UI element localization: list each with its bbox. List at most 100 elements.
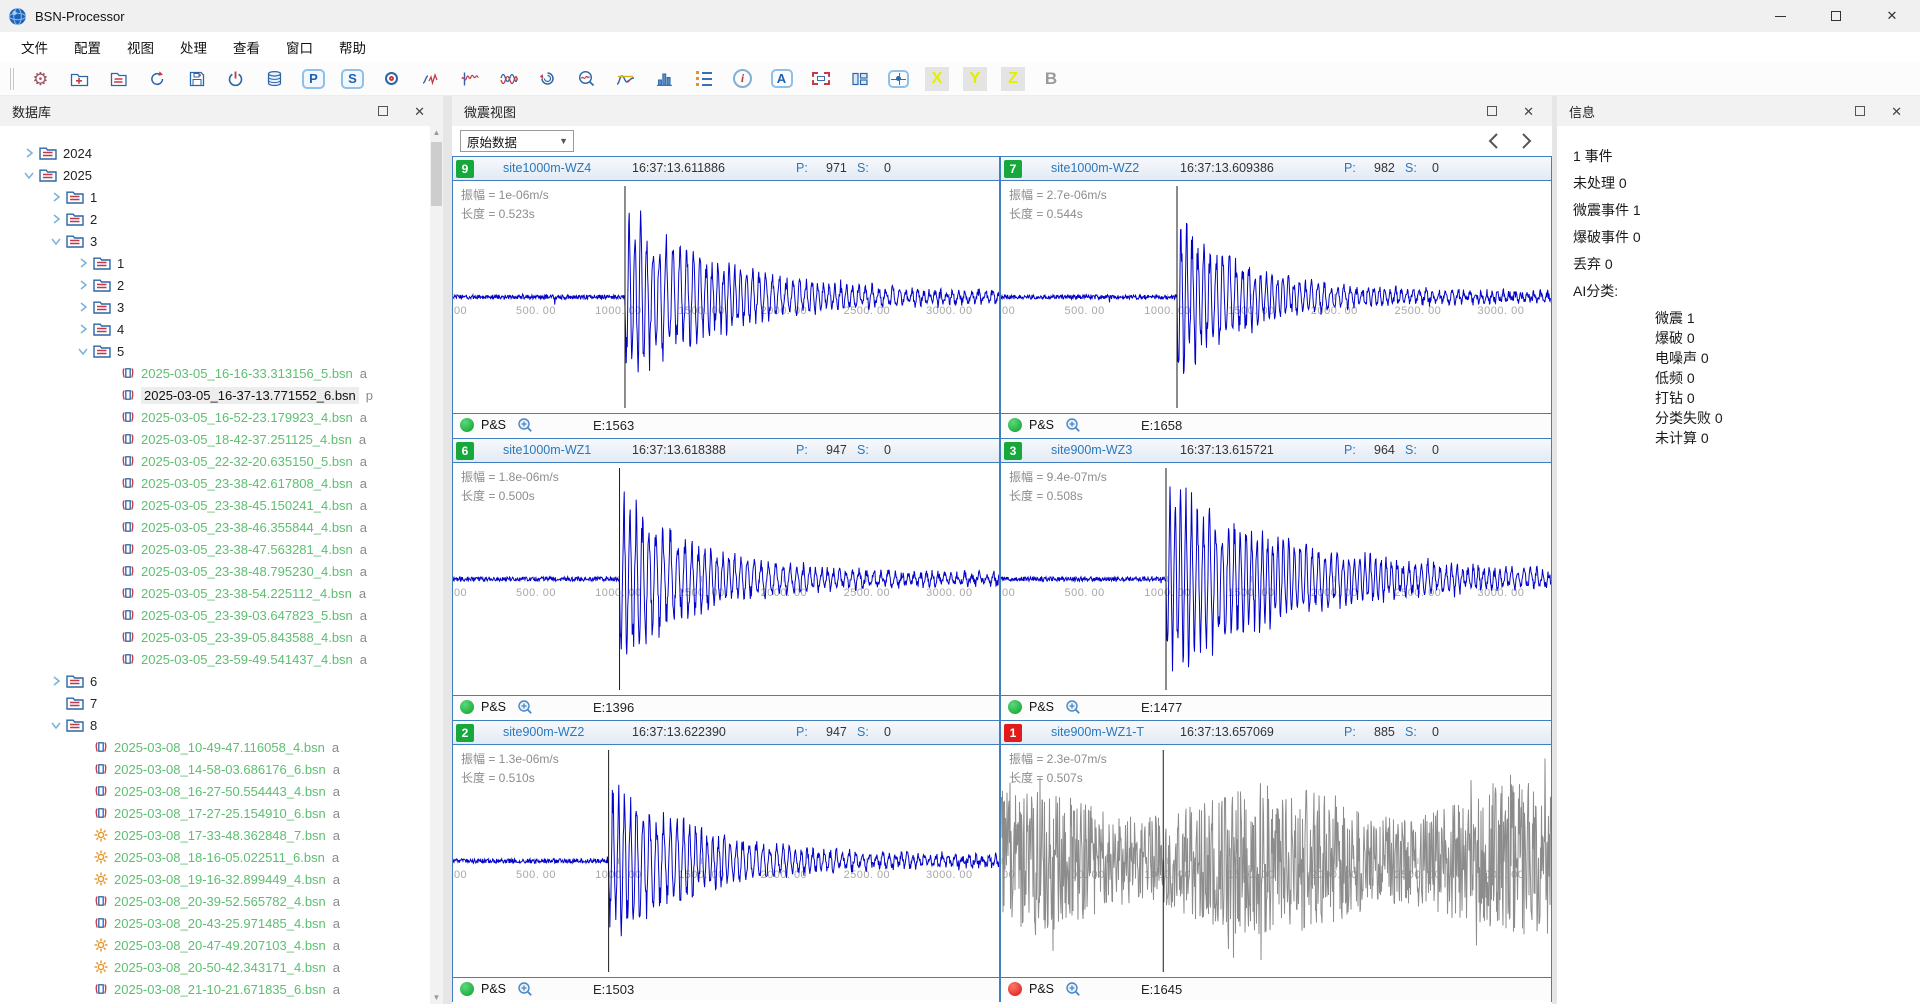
next-event-button[interactable] [1518, 132, 1534, 150]
waveform-plot[interactable]: 00500. 001000. 001500. 002000. 002500. 0… [1001, 745, 1551, 977]
zoom-icon[interactable] [517, 699, 534, 720]
s-phase-button[interactable]: S [340, 66, 365, 91]
waveform-plot[interactable]: 00500. 001000. 001500. 002000. 002500. 0… [453, 181, 999, 413]
ps-toggle-label[interactable]: P&S [1029, 418, 1054, 432]
crosshair-button[interactable] [886, 66, 911, 91]
tree-folder-8[interactable]: 8 [0, 714, 430, 736]
tree-file-item[interactable]: 2025-03-05_16-52-23.179923_4.bsna [0, 406, 430, 428]
power-button[interactable] [223, 66, 248, 91]
tree-folder-3[interactable]: 3 [0, 230, 430, 252]
tree-file-item[interactable]: 2025-03-08_19-16-32.899449_4.bsna [0, 868, 430, 890]
chevron-collapsed-icon[interactable] [49, 191, 62, 204]
menu-item-7[interactable]: 帮助 [326, 32, 379, 62]
axis-toggle-b[interactable]: B [1039, 67, 1063, 91]
select-region-button[interactable] [808, 66, 833, 91]
chevron-collapsed-icon[interactable] [49, 675, 62, 688]
close-button[interactable]: ✕ [1864, 0, 1920, 32]
add-data-button[interactable] [67, 66, 92, 91]
waveform-plot[interactable]: 00500. 001000. 001500. 002000. 002500. 0… [453, 463, 999, 695]
microseismic-panel-float-button[interactable] [1487, 106, 1497, 116]
station-name[interactable]: site900m-WZ3 [1051, 443, 1132, 457]
menu-item-4[interactable]: 处理 [167, 32, 220, 62]
tree-file-item[interactable]: 2025-03-05_23-59-49.541437_4.bsna [0, 648, 430, 670]
info-panel-float-button[interactable] [1855, 106, 1865, 116]
layout-button[interactable] [847, 66, 872, 91]
tree-file-item[interactable]: 2025-03-08_14-58-03.686176_6.bsna [0, 758, 430, 780]
tree-folder-2[interactable]: 2 [0, 208, 430, 230]
station-name[interactable]: site1000m-WZ2 [1051, 161, 1139, 175]
pick-tool-button[interactable] [418, 66, 443, 91]
settings-button[interactable]: ⚙ [28, 66, 53, 91]
event-list-button[interactable] [691, 66, 716, 91]
tree-file-item[interactable]: 2025-03-08_20-39-52.565782_4.bsna [0, 890, 430, 912]
data-source-dropdown[interactable]: 原始数据 ▼ [460, 130, 574, 152]
p-phase-button[interactable]: P [301, 66, 326, 91]
zoom-icon[interactable] [517, 417, 534, 438]
chevron-collapsed-icon[interactable] [76, 279, 89, 292]
info-button[interactable]: i [730, 66, 755, 91]
station-name[interactable]: site1000m-WZ4 [503, 161, 591, 175]
tree-folder-7[interactable]: 7 [0, 692, 430, 714]
tree-file-item[interactable]: 2025-03-08_16-27-50.554443_4.bsna [0, 780, 430, 802]
tree-file-item[interactable]: 2025-03-05_16-37-13.771552_6.bsnp [0, 384, 430, 406]
waveform-overlay-button[interactable] [496, 66, 521, 91]
replay-button[interactable] [535, 66, 560, 91]
tree-folder-3[interactable]: 3 [0, 296, 430, 318]
tree-file-item[interactable]: 2025-03-05_23-38-45.150241_4.bsna [0, 494, 430, 516]
waveform-plot[interactable]: 00500. 001000. 001500. 002000. 002500. 0… [453, 745, 999, 977]
station-name[interactable]: site900m-WZ1-T [1051, 725, 1144, 739]
tree-scrollbar[interactable]: ▲ ▼ [430, 126, 443, 1004]
tree-file-item[interactable]: 2025-03-05_16-16-33.313156_5.bsna [0, 362, 430, 384]
station-name[interactable]: site900m-WZ2 [503, 725, 584, 739]
tree-file-item[interactable]: 2025-03-08_10-49-47.116058_4.bsna [0, 736, 430, 758]
chevron-collapsed-icon[interactable] [49, 213, 62, 226]
tree-file-item[interactable]: 2025-03-08_20-47-49.207103_4.bsna [0, 934, 430, 956]
refresh-button[interactable] [145, 66, 170, 91]
tree-file-item[interactable]: 2025-03-05_22-32-20.635150_5.bsna [0, 450, 430, 472]
tree-file-item[interactable]: 2025-03-08_17-33-48.362848_7.bsna [0, 824, 430, 846]
open-data-button[interactable] [106, 66, 131, 91]
maximize-button[interactable] [1808, 0, 1864, 32]
tree-file-item[interactable]: 2025-03-05_18-42-37.251125_4.bsna [0, 428, 430, 450]
chevron-collapsed-icon[interactable] [76, 257, 89, 270]
info-panel-close-button[interactable]: ✕ [1891, 105, 1902, 118]
tree-file-item[interactable]: 2025-03-08_17-27-25.154910_6.bsna [0, 802, 430, 824]
station-name[interactable]: site1000m-WZ1 [503, 443, 591, 457]
annotation-button[interactable]: A [769, 66, 794, 91]
zoom-icon[interactable] [1065, 417, 1082, 438]
database-panel-close-button[interactable]: ✕ [414, 105, 425, 118]
menu-item-6[interactable]: 窗口 [273, 32, 326, 62]
histogram-button[interactable] [652, 66, 677, 91]
previous-event-button[interactable] [1486, 132, 1502, 150]
tree-file-item[interactable]: 2025-03-05_23-39-03.647823_5.bsna [0, 604, 430, 626]
database-button[interactable] [262, 66, 287, 91]
menu-item-3[interactable]: 视图 [114, 32, 167, 62]
axis-toggle-x[interactable]: X [925, 67, 949, 91]
locate-button[interactable] [379, 66, 404, 91]
tree-file-item[interactable]: 2025-03-05_23-38-42.617808_4.bsna [0, 472, 430, 494]
tree-file-item[interactable]: 2025-03-05_23-38-47.563281_4.bsna [0, 538, 430, 560]
tree-folder-2025[interactable]: 2025 [0, 164, 430, 186]
scroll-up-icon[interactable]: ▲ [430, 126, 443, 139]
tree-file-item[interactable]: 2025-03-08_18-16-05.022511_6.bsna [0, 846, 430, 868]
chevron-expanded-icon[interactable] [49, 719, 62, 732]
tree-folder-2[interactable]: 2 [0, 274, 430, 296]
axis-toggle-z[interactable]: Z [1001, 67, 1025, 91]
ps-toggle-label[interactable]: P&S [481, 700, 506, 714]
scroll-down-icon[interactable]: ▼ [430, 991, 443, 1004]
zoom-icon[interactable] [1065, 981, 1082, 1002]
tree-folder-2024[interactable]: 2024 [0, 142, 430, 164]
tree-file-item[interactable]: 2025-03-05_23-38-54.225112_4.bsna [0, 582, 430, 604]
tree-file-item[interactable]: 2025-03-08_20-50-42.343171_4.bsna [0, 956, 430, 978]
toolbar-grip[interactable] [10, 68, 14, 90]
minimize-button[interactable] [1752, 0, 1808, 32]
ps-toggle-label[interactable]: P&S [481, 982, 506, 996]
ps-toggle-label[interactable]: P&S [1029, 982, 1054, 996]
chevron-expanded-icon[interactable] [49, 235, 62, 248]
tree-file-item[interactable]: 2025-03-08_20-43-25.971485_4.bsna [0, 912, 430, 934]
tree-file-item[interactable]: 2025-03-05_23-39-05.843588_4.bsna [0, 626, 430, 648]
zoom-icon[interactable] [517, 981, 534, 1002]
tree-folder-1[interactable]: 1 [0, 252, 430, 274]
chevron-collapsed-icon[interactable] [76, 323, 89, 336]
zoom-icon[interactable] [1065, 699, 1082, 720]
